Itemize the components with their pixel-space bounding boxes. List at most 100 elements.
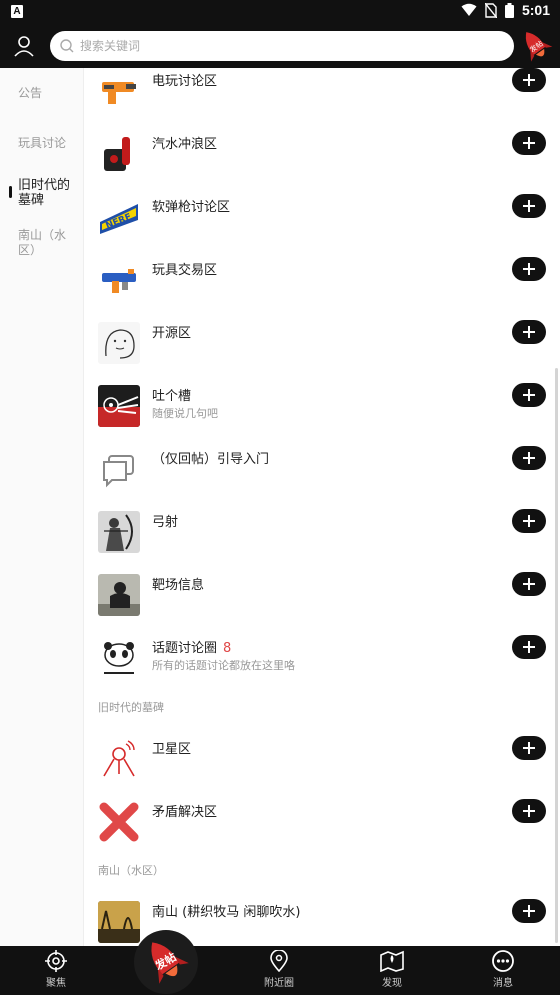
clock: 5:01: [521, 2, 550, 18]
nav-focus[interactable]: 聚焦: [21, 950, 91, 989]
sidebar-item-old-era[interactable]: 旧时代的墓碑: [18, 178, 80, 208]
top-app-bar: 发帖: [0, 24, 560, 68]
nerf-logo-icon: NERF: [98, 196, 140, 238]
search-box[interactable]: [50, 31, 514, 61]
battery-icon: [504, 2, 514, 18]
plus-icon: [523, 200, 535, 212]
row-title-text: 话题讨论圈: [152, 641, 218, 656]
join-button[interactable]: [512, 383, 546, 407]
soda-icon: [98, 133, 140, 175]
list-item[interactable]: 吐个槽 随便说几句吧: [84, 375, 560, 438]
nav-messages[interactable]: 消息: [468, 950, 538, 989]
join-button[interactable]: [512, 68, 546, 92]
post-rocket-button[interactable]: 发帖: [516, 26, 556, 66]
row-title: 靶场信息: [152, 578, 205, 593]
location-pin-icon: [270, 950, 288, 972]
plus-icon: [523, 389, 535, 401]
row-subtitle: 随便说几句吧: [152, 407, 218, 420]
plus-icon: [523, 515, 535, 527]
list-item[interactable]: 玩具交易区: [84, 249, 560, 312]
plus-icon: [523, 578, 535, 590]
row-title: 汽水冲浪区: [152, 137, 218, 152]
no-sim-icon: [484, 2, 497, 18]
sidebar-item-announcements[interactable]: 公告: [18, 86, 80, 101]
list-item[interactable]: 矛盾解决区: [84, 791, 560, 854]
plus-icon: [523, 641, 535, 653]
join-button[interactable]: [512, 320, 546, 344]
row-title: 开源区: [152, 326, 192, 341]
row-title: 吐个槽: [152, 389, 192, 404]
list-item[interactable]: 电玩讨论区: [84, 68, 560, 123]
blaster-icon: [98, 259, 140, 301]
join-button[interactable]: [512, 194, 546, 218]
join-button[interactable]: [512, 635, 546, 659]
sketch-face-icon: [98, 322, 140, 364]
row-title: 矛盾解决区: [152, 805, 218, 820]
list-item[interactable]: NERF 软弹枪讨论区: [84, 186, 560, 249]
row-title: 南山 (耕织牧马 闲聊吹水): [152, 905, 301, 920]
section-header-nanshan: 南山（水区）: [98, 864, 164, 877]
section-header-old-era: 旧时代的墓碑: [98, 701, 164, 714]
join-button[interactable]: [512, 446, 546, 470]
row-title: 玩具交易区: [152, 263, 218, 278]
list-item[interactable]: 卫星区: [84, 728, 560, 791]
search-input[interactable]: [80, 39, 480, 53]
join-button[interactable]: [512, 509, 546, 533]
plus-icon: [523, 74, 535, 86]
list-item[interactable]: 开源区: [84, 312, 560, 375]
profile-button[interactable]: [8, 30, 40, 62]
plus-icon: [523, 263, 535, 275]
row-title: 弓射: [152, 515, 179, 530]
crosshair-icon: [45, 950, 67, 972]
row-title: （仅回帖）引导入门: [152, 452, 270, 467]
nav-label: 附近圈: [264, 978, 294, 989]
nav-discover[interactable]: 发现: [357, 950, 427, 989]
sunset-tree-icon: [98, 901, 140, 943]
plus-icon: [523, 452, 535, 464]
list-item[interactable]: 靶场信息: [84, 564, 560, 627]
join-button[interactable]: [512, 799, 546, 823]
plus-icon: [523, 137, 535, 149]
join-button[interactable]: [512, 257, 546, 281]
list-item[interactable]: 弓射: [84, 501, 560, 564]
status-bar: A 5:01: [0, 0, 560, 24]
plus-icon: [523, 805, 535, 817]
scrollbar[interactable]: [555, 368, 558, 943]
nav-label: 发现: [382, 978, 402, 989]
row-title: 软弹枪讨论区: [152, 200, 231, 215]
status-icons: 5:01: [461, 2, 550, 18]
list-item[interactable]: 汽水冲浪区: [84, 123, 560, 186]
row-title: 卫星区: [152, 742, 192, 757]
toy-gun-icon: [98, 70, 140, 112]
list-item[interactable]: 话题讨论圈 8 所有的话题讨论都放在这里咯: [84, 627, 560, 690]
post-count: 8: [223, 641, 232, 656]
plus-icon: [523, 742, 535, 754]
post-button[interactable]: 发帖: [134, 930, 198, 994]
sidebar-item-toy-discussion[interactable]: 玩具讨论: [18, 136, 80, 151]
sidebar-item-nanshan[interactable]: 南山（水区）: [18, 228, 80, 258]
plus-icon: [523, 905, 535, 917]
red-x-icon: [98, 801, 140, 843]
user-icon: [14, 36, 34, 57]
row-title: 电玩讨论区: [152, 74, 218, 89]
join-button[interactable]: [512, 572, 546, 596]
message-icon: [492, 950, 514, 972]
nav-label: 聚焦: [46, 978, 66, 989]
archer-icon: [98, 511, 140, 553]
nav-nearby[interactable]: 附近圈: [244, 950, 314, 989]
wifi-icon: [461, 3, 477, 16]
target-board-icon: [98, 574, 140, 616]
join-button[interactable]: [512, 131, 546, 155]
notification-badge: A: [11, 5, 23, 18]
nav-label: 消息: [493, 978, 513, 989]
join-button[interactable]: [512, 899, 546, 923]
forum-list: 电玩讨论区 汽水冲浪区 NERF 软弹枪讨论区 玩具交易区 开源区 吐个槽 随便…: [84, 68, 560, 946]
row-subtitle: 所有的话题讨论都放在这里咯: [152, 659, 295, 672]
chat-bubbles-icon: [98, 448, 140, 490]
active-indicator: [9, 186, 12, 198]
satellite-icon: [98, 738, 140, 780]
map-icon: [380, 950, 404, 972]
category-sidebar: 公告 玩具讨论 旧时代的墓碑 南山（水区）: [0, 68, 84, 946]
list-item[interactable]: （仅回帖）引导入门: [84, 438, 560, 501]
join-button[interactable]: [512, 736, 546, 760]
